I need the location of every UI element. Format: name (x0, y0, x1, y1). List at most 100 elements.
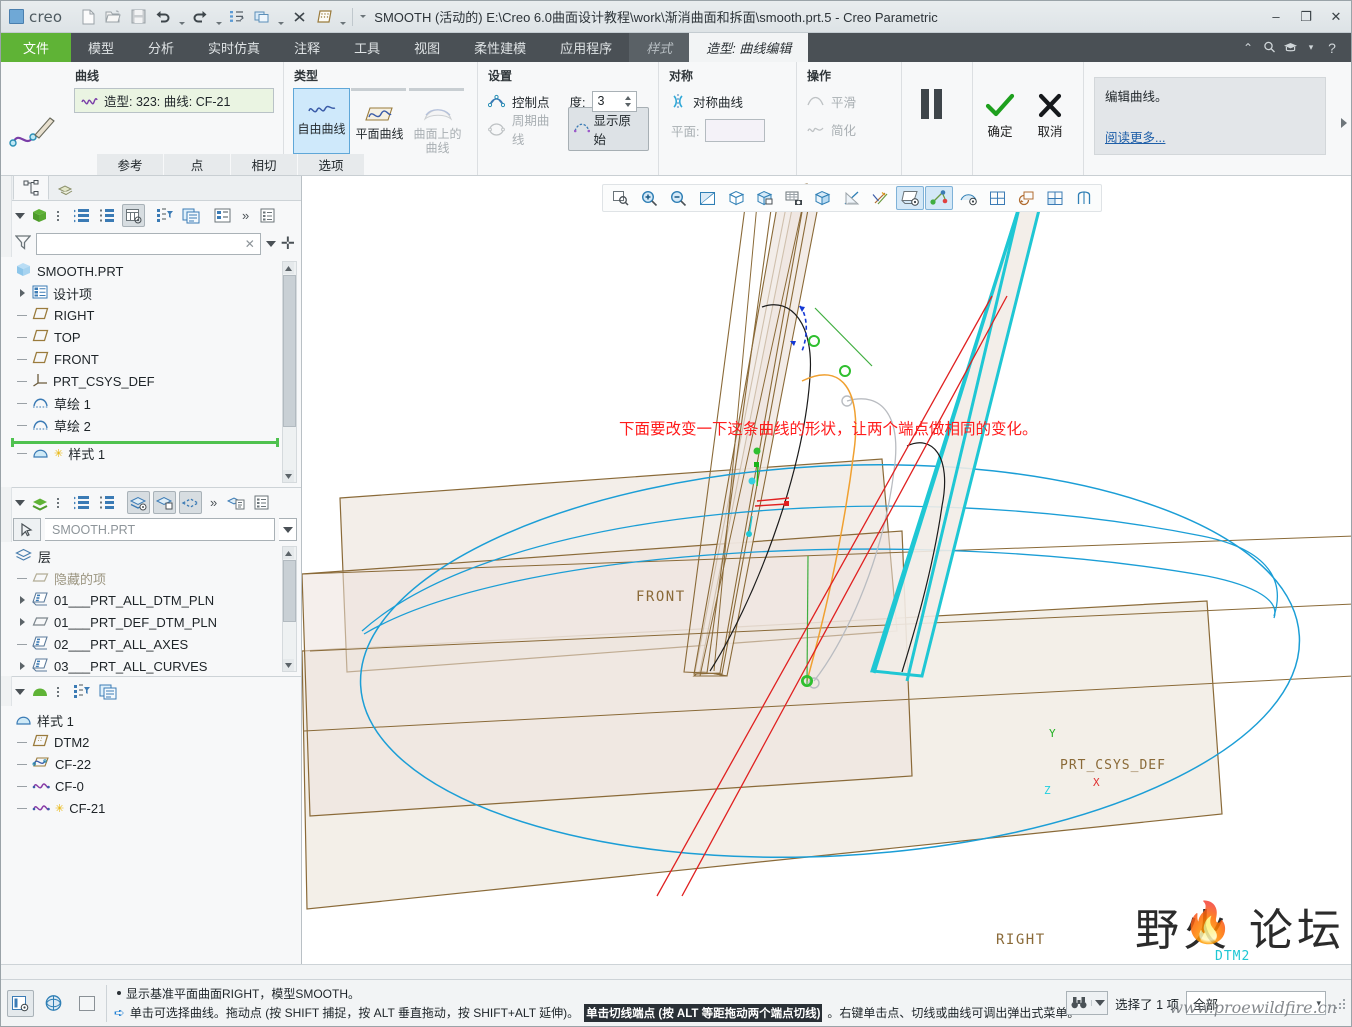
window-caret-icon[interactable] (275, 3, 286, 31)
spin-center-icon[interactable] (40, 990, 67, 1017)
tree-item-top[interactable]: TOP (11, 326, 301, 348)
selection-filter-dropdown[interactable]: 全部 ▾ (1186, 991, 1326, 1015)
graphics-viewport[interactable]: FRONT TOP RIGHT PRT_CSYS_DEF DTM2 X Y Z (302, 176, 1351, 964)
pause-button[interactable] (902, 67, 960, 119)
tree-item-design-items[interactable]: 设计项 (11, 282, 301, 304)
learning-icon[interactable] (1281, 38, 1299, 58)
help-expand-icon[interactable] (1341, 118, 1347, 128)
tab-applications[interactable]: 应用程序 (543, 33, 629, 62)
cancel-button[interactable]: 取消 (1037, 93, 1063, 140)
tree-item-front[interactable]: FRONT (11, 348, 301, 370)
new-icon[interactable] (76, 5, 100, 29)
search-options-caret-icon[interactable] (265, 240, 276, 247)
tab-live-simulation[interactable]: 实时仿真 (191, 33, 277, 62)
regenerate-icon[interactable] (225, 5, 249, 29)
layer-more-icon[interactable]: » (210, 495, 217, 510)
tab-file[interactable]: 文件 (1, 33, 72, 62)
binoculars-icon[interactable] (1067, 996, 1091, 1010)
layer-isolate-icon[interactable] (153, 491, 176, 514)
datum-display-icon[interactable] (867, 186, 895, 210)
layer-item-all-curves[interactable]: 03___PRT_ALL_CURVES (11, 655, 301, 676)
expand-design-items-icon[interactable] (17, 289, 27, 297)
tree-item-sketch-1[interactable]: 草绘 1 (11, 392, 301, 414)
model-tree-tab[interactable] (13, 175, 49, 200)
tab-analysis[interactable]: 分析 (131, 33, 191, 62)
help-icon[interactable]: ? (1323, 38, 1341, 58)
minimize-button[interactable]: – (1261, 2, 1291, 31)
subtab-tangency[interactable]: 相切 (231, 154, 298, 175)
layer-expand-all-icon[interactable] (70, 491, 93, 514)
control-points-row[interactable]: 控制点 度: 3 (487, 88, 637, 114)
type-planar-curve-tile[interactable]: 平面曲线 (351, 93, 408, 159)
redo-icon[interactable] (188, 5, 212, 29)
scroll-up-icon[interactable] (283, 547, 294, 559)
split-view-icon[interactable] (1041, 186, 1069, 210)
display-style-icon[interactable] (809, 186, 837, 210)
close-window-icon[interactable] (287, 5, 311, 29)
layer-item-all-dtm-pln[interactable]: 01___PRT_ALL_DTM_PLN (11, 589, 301, 611)
tab-style[interactable]: 样式 (629, 33, 690, 62)
tree-item-csys[interactable]: PRT_CSYS_DEF (11, 370, 301, 392)
annotation-display-icon[interactable] (954, 186, 982, 210)
layer-root-row[interactable]: 层 (11, 545, 301, 567)
layer-tree-tab[interactable] (49, 177, 83, 200)
model-tree-options-icon[interactable] (54, 210, 61, 221)
style-root-row[interactable]: 样式 1 (11, 709, 301, 731)
tab-view[interactable]: 视图 (397, 33, 457, 62)
display-toggle-icon[interactable] (73, 990, 100, 1017)
open-icon[interactable] (101, 5, 125, 29)
tab-annotate[interactable]: 注释 (277, 33, 337, 62)
section-icon[interactable] (838, 186, 866, 210)
tab-model[interactable]: 模型 (71, 33, 131, 62)
style-options-icon[interactable] (54, 686, 61, 697)
layer-tree-scrollbar[interactable] (282, 546, 297, 672)
datum-display-caret-icon[interactable] (337, 3, 348, 31)
type-free-curve-tile[interactable]: 自由曲线 (293, 88, 350, 154)
orientation-icon[interactable] (722, 186, 750, 210)
tree-item-right[interactable]: RIGHT (11, 304, 301, 326)
save-icon[interactable] (126, 5, 150, 29)
tab-tools[interactable]: 工具 (337, 33, 397, 62)
style-filter-icon[interactable] (70, 680, 93, 703)
collapse-ribbon-icon[interactable]: ⌃ (1239, 38, 1257, 58)
model-tree-caret-icon[interactable] (15, 212, 25, 219)
layer-model-selector[interactable]: SMOOTH.PRT (45, 518, 275, 541)
expand-layer-icon[interactable] (17, 596, 27, 604)
model-tree-scrollbar[interactable] (282, 261, 297, 483)
plane-display-icon[interactable] (896, 186, 924, 210)
refit-icon[interactable] (693, 186, 721, 210)
style-item-cf-0[interactable]: CF-0 (11, 775, 301, 797)
layer-select-icon[interactable] (179, 491, 202, 514)
style-tree-caret-icon[interactable] (15, 688, 25, 695)
spin-center-icon[interactable] (1012, 186, 1040, 210)
layer-model-caret-icon[interactable] (279, 518, 297, 541)
title-dropdown-icon[interactable] (357, 8, 368, 26)
layer-props-icon[interactable] (224, 491, 247, 514)
window-icon[interactable] (250, 5, 274, 29)
tree-detail-icon[interactable] (211, 204, 234, 227)
add-filter-icon[interactable]: ✛ (281, 235, 295, 252)
tree-root-row[interactable]: SMOOTH.PRT (11, 260, 301, 282)
style-surface-icon[interactable] (28, 680, 51, 703)
layer-settings-icon[interactable] (250, 491, 273, 514)
view-manager-icon[interactable] (780, 186, 808, 210)
saved-views-icon[interactable] (751, 186, 779, 210)
redo-caret-icon[interactable] (213, 3, 224, 31)
expand-all-icon[interactable] (70, 204, 93, 227)
scroll-up-icon[interactable] (283, 262, 294, 274)
appearance-icon[interactable] (1070, 186, 1098, 210)
show-original-toggle[interactable]: 显示原始 (567, 107, 649, 151)
tree-settings-icon[interactable] (256, 204, 279, 227)
symmetric-curve-row[interactable]: 对称曲线 (668, 88, 743, 114)
zoom-box-icon[interactable] (606, 186, 634, 210)
tree-item-style-1[interactable]: ✳ 样式 1 (11, 442, 301, 464)
style-item-cf-22[interactable]: CF-22 (11, 753, 301, 775)
tab-curve-edit[interactable]: 造型: 曲线编辑 (689, 33, 809, 62)
degree-stepper[interactable]: 3 (591, 90, 637, 112)
layer-item-hidden[interactable]: 隐藏的项 (11, 567, 301, 589)
tree-copy-icon[interactable] (179, 204, 202, 227)
zoom-out-icon[interactable] (664, 186, 692, 210)
layer-visibility-icon[interactable] (127, 491, 150, 514)
undo-icon[interactable] (151, 5, 175, 29)
style-item-cf-21[interactable]: ✳ CF-21 (11, 797, 301, 819)
